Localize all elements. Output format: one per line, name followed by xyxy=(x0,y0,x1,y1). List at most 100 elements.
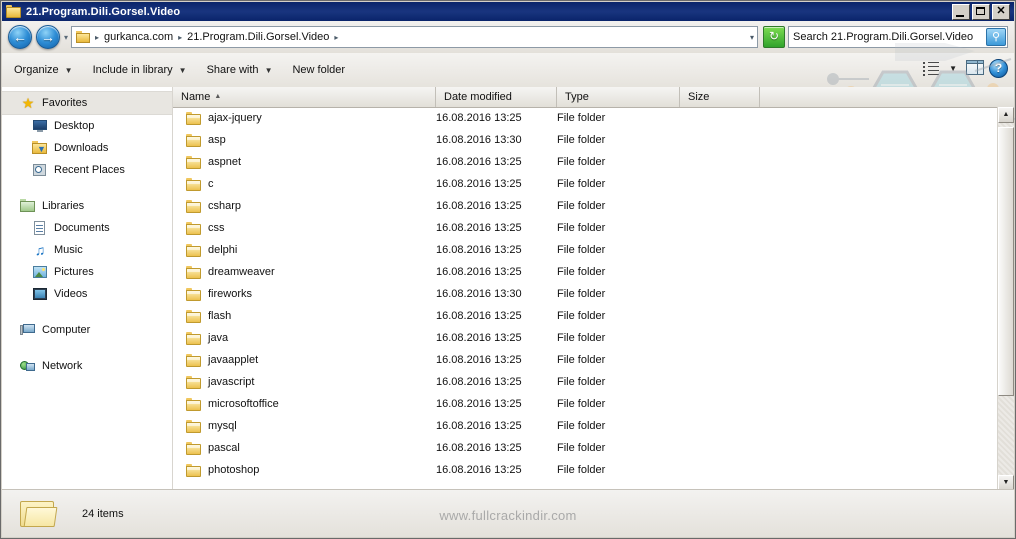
sidebar-item-recent-places[interactable]: Recent Places xyxy=(2,159,172,181)
cell-type: File folder xyxy=(557,332,606,344)
cell-type: File folder xyxy=(557,222,606,234)
column-header-filler xyxy=(760,87,1014,107)
sidebar-item-videos[interactable]: Videos xyxy=(2,283,172,305)
command-toolbar: Organize ▼ Include in library ▼ Share wi… xyxy=(2,53,1014,88)
sidebar-item-pictures[interactable]: Pictures xyxy=(2,261,172,283)
refresh-button[interactable]: ↻ xyxy=(763,26,785,48)
table-row[interactable]: fireworks 16.08.2016 13:30 File folder xyxy=(173,283,998,305)
table-row[interactable]: delphi 16.08.2016 13:25 File folder xyxy=(173,239,998,261)
column-header-name[interactable]: Name ▲ xyxy=(173,87,436,107)
table-row[interactable]: javaapplet 16.08.2016 13:25 File folder xyxy=(173,349,998,371)
toolbar-item-share-with[interactable]: Share with ▼ xyxy=(199,58,281,82)
scroll-up-button[interactable]: ▲ xyxy=(998,107,1014,123)
breadcrumb-item-1[interactable]: 21.Program.Dili.Gorsel.Video xyxy=(185,31,331,43)
sort-ascending-icon: ▲ xyxy=(214,93,222,101)
sidebar-item-documents[interactable]: Documents xyxy=(2,217,172,239)
back-button[interactable]: ← xyxy=(8,25,32,49)
folder-icon xyxy=(186,155,201,169)
chevron-down-icon-view[interactable]: ▼ xyxy=(945,64,961,73)
breadcrumb-item-0[interactable]: gurkanca.com xyxy=(102,31,175,43)
history-dropdown-icon[interactable]: ▾ xyxy=(64,33,68,42)
table-row[interactable]: css 16.08.2016 13:25 File folder xyxy=(173,217,998,239)
table-row[interactable]: microsoftoffice 16.08.2016 13:25 File fold… xyxy=(173,393,998,415)
cell-name: fireworks xyxy=(173,287,436,301)
table-row[interactable]: csharp 16.08.2016 13:25 File folder xyxy=(173,195,998,217)
breadcrumb-separator-0[interactable]: ▸ xyxy=(92,33,102,42)
address-dropdown-icon[interactable]: ▾ xyxy=(747,33,757,42)
sidebar-label-computer: Computer xyxy=(42,324,91,336)
table-row[interactable]: dreamweaver 16.08.2016 13:25 File folder xyxy=(173,261,998,283)
toolbar-item-organize[interactable]: Organize ▼ xyxy=(6,58,81,82)
cell-date-modified: 16.08.2016 13:25 xyxy=(436,442,522,454)
folder-icon xyxy=(186,309,201,323)
table-row[interactable]: flash 16.08.2016 13:25 File folder xyxy=(173,305,998,327)
table-row[interactable]: javascript 16.08.2016 13:25 File folder xyxy=(173,371,998,393)
cell-date-modified: 16.08.2016 13:25 xyxy=(436,156,522,168)
column-header-date-modified[interactable]: Date modified xyxy=(436,87,557,107)
maximize-button[interactable] xyxy=(972,4,990,20)
table-row[interactable]: java 16.08.2016 13:25 File folder xyxy=(173,327,998,349)
search-icon[interactable]: ⚲ xyxy=(986,28,1006,46)
file-name-label: csharp xyxy=(208,200,242,212)
cell-name: aspnet xyxy=(173,155,436,169)
sidebar-item-downloads[interactable]: ▼ Downloads xyxy=(2,137,172,159)
table-row[interactable]: asp 16.08.2016 13:30 File folder xyxy=(173,129,998,151)
toolbar-item-new-folder[interactable]: New folder xyxy=(284,58,353,82)
minimize-button[interactable] xyxy=(952,4,970,20)
sidebar-item-libraries[interactable]: Libraries xyxy=(2,195,172,217)
sidebar-gap-2 xyxy=(2,305,172,319)
file-name-label: photoshop xyxy=(208,464,260,476)
cell-date-modified: 16.08.2016 13:25 xyxy=(436,420,522,432)
cell-type: File folder xyxy=(557,464,606,476)
address-input[interactable]: ▸ gurkanca.com ▸ 21.Program.Dili.Gorsel.… xyxy=(71,26,758,48)
vertical-scrollbar[interactable]: ▲ ▼ xyxy=(997,107,1014,491)
cell-date-modified: 16.08.2016 13:30 xyxy=(436,134,522,146)
back-arrow-icon: ← xyxy=(13,29,27,45)
table-row[interactable]: pascal 16.08.2016 13:25 File folder xyxy=(173,437,998,459)
table-row[interactable]: mysql 16.08.2016 13:25 File folder xyxy=(173,415,998,437)
toolbar-item-include-in-library[interactable]: Include in library ▼ xyxy=(85,58,195,82)
help-icon[interactable]: ? xyxy=(989,58,1008,78)
folder-icon xyxy=(186,441,201,455)
cell-name: c xyxy=(173,177,436,191)
libraries-icon xyxy=(20,198,36,214)
main-area: ★ Favorites Desktop ▼ Downloads Recent P… xyxy=(2,87,1014,491)
cell-date-modified: 16.08.2016 13:25 xyxy=(436,332,522,344)
cell-type: File folder xyxy=(557,310,606,322)
column-header-type[interactable]: Type xyxy=(557,87,680,107)
folder-icon xyxy=(186,331,201,345)
breadcrumb-separator-1[interactable]: ▸ xyxy=(175,33,185,42)
sidebar-label-videos: Videos xyxy=(54,288,88,300)
table-row[interactable]: c 16.08.2016 13:25 File folder xyxy=(173,173,998,195)
item-count-label: 24 items xyxy=(82,507,124,520)
cell-name: delphi xyxy=(173,243,436,257)
file-name-label: dreamweaver xyxy=(208,266,275,278)
navigation-pane[interactable]: ★ Favorites Desktop ▼ Downloads Recent P… xyxy=(2,87,173,491)
table-row[interactable]: ajax-jquery 16.08.2016 13:25 File folder xyxy=(173,107,998,129)
file-name-label: java xyxy=(208,332,229,344)
file-name-label: css xyxy=(208,222,225,234)
change-view-icon[interactable] xyxy=(919,57,943,79)
column-header-size[interactable]: Size xyxy=(680,87,760,107)
forward-button[interactable]: → xyxy=(36,25,60,49)
sidebar-item-network[interactable]: Network xyxy=(2,355,172,377)
close-button[interactable]: ✕ xyxy=(992,4,1010,20)
cell-date-modified: 16.08.2016 13:25 xyxy=(436,398,522,410)
table-row[interactable]: aspnet 16.08.2016 13:25 File folder xyxy=(173,151,998,173)
cell-type: File folder xyxy=(557,156,606,168)
sidebar-item-music[interactable]: ♫ Music xyxy=(2,239,172,261)
scroll-down-icon: ▼ xyxy=(1002,479,1010,486)
sidebar-item-desktop[interactable]: Desktop xyxy=(2,115,172,137)
breadcrumb-separator-2[interactable]: ▸ xyxy=(331,33,341,42)
preview-pane-icon[interactable] xyxy=(963,58,987,78)
file-name-label: aspnet xyxy=(208,156,242,168)
sidebar-item-computer[interactable]: Computer xyxy=(2,319,172,341)
search-input[interactable] xyxy=(789,30,986,44)
cell-date-modified: 16.08.2016 13:25 xyxy=(436,200,522,212)
scrollbar-thumb[interactable] xyxy=(998,126,1014,396)
table-row[interactable]: photoshop 16.08.2016 13:25 File folder xyxy=(173,459,998,481)
chevron-down-icon-share: ▼ xyxy=(264,65,273,75)
search-box[interactable]: ⚲ xyxy=(788,26,1008,48)
sidebar-item-favorites[interactable]: ★ Favorites xyxy=(2,91,172,115)
cell-date-modified: 16.08.2016 13:25 xyxy=(436,244,522,256)
